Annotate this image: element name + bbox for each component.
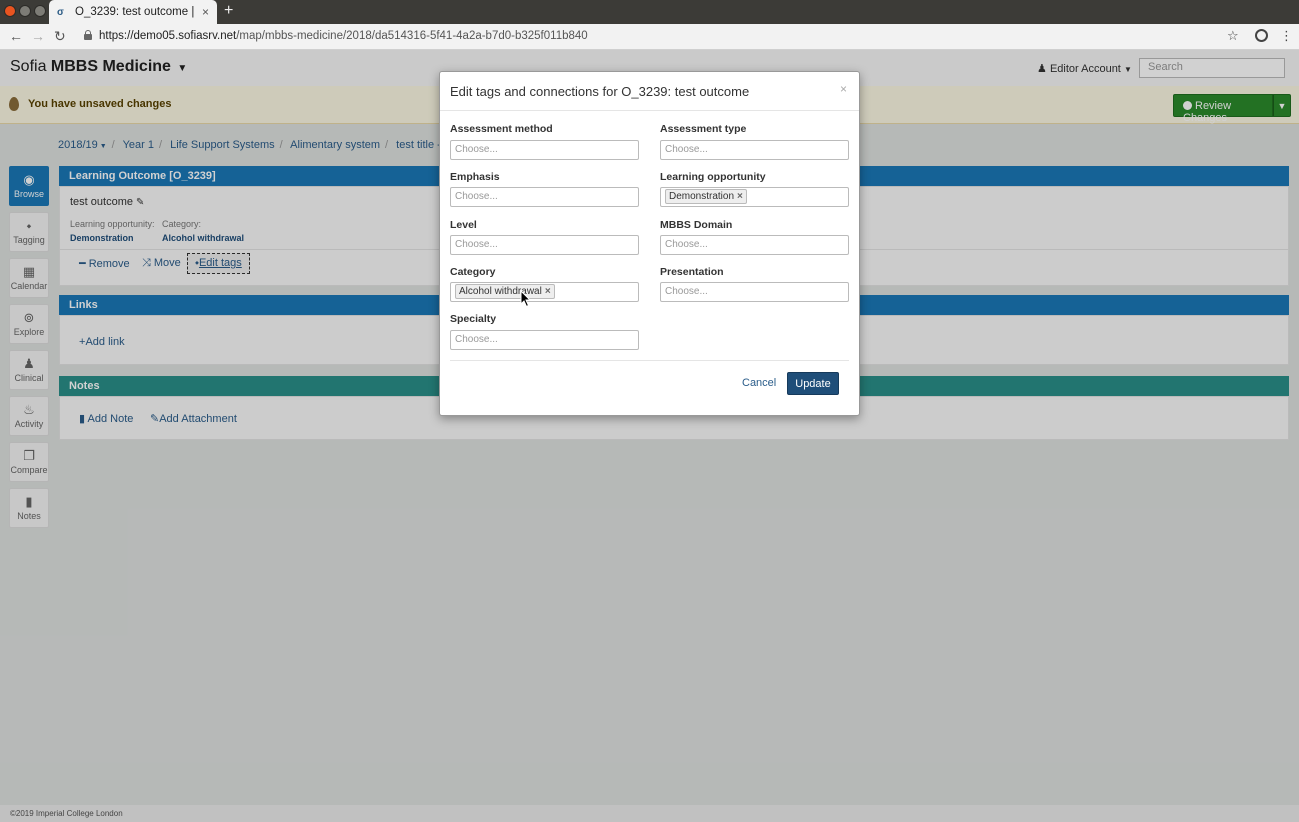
profile-icon[interactable] bbox=[1255, 29, 1268, 42]
back-icon[interactable]: ← bbox=[9, 28, 23, 44]
edit-tags-modal: Edit tags and connections for O_3239: te… bbox=[439, 71, 860, 416]
window-maximize-button[interactable] bbox=[34, 5, 46, 17]
bookmark-star-icon[interactable]: ☆ bbox=[1227, 28, 1239, 44]
tag-label: Demonstration bbox=[669, 191, 735, 202]
url-path: /map/mbbs-medicine/2018/da514316-5f41-4a… bbox=[236, 30, 588, 42]
favicon-icon: σ bbox=[57, 6, 64, 18]
modal-footer-divider bbox=[450, 360, 849, 361]
mbbs-domain-label: MBBS Domain bbox=[660, 219, 733, 231]
lock-icon bbox=[84, 30, 92, 40]
selected-tag: Alcohol withdrawal × bbox=[455, 284, 555, 299]
mbbs-domain-select[interactable]: Choose... bbox=[660, 235, 849, 255]
modal-divider bbox=[440, 110, 859, 111]
specialty-label: Specialty bbox=[450, 313, 497, 325]
assessment-method-label: Assessment method bbox=[450, 123, 553, 135]
specialty-select[interactable]: Choose... bbox=[450, 330, 639, 350]
level-label: Level bbox=[450, 219, 477, 231]
forward-icon[interactable]: → bbox=[31, 28, 45, 44]
presentation-label: Presentation bbox=[660, 266, 724, 278]
mouse-cursor-icon bbox=[520, 290, 532, 308]
browser-menu-icon[interactable]: ⋮ bbox=[1280, 28, 1293, 44]
reload-icon[interactable]: ↻ bbox=[54, 28, 66, 45]
level-select[interactable]: Choose... bbox=[450, 235, 639, 255]
assessment-method-select[interactable]: Choose... bbox=[450, 140, 639, 160]
window-minimize-button[interactable] bbox=[19, 5, 31, 17]
emphasis-select[interactable]: Choose... bbox=[450, 187, 639, 207]
category-field-label: Category bbox=[450, 266, 496, 278]
address-bar-row: ← → ↻ https://demo05.sofiasrv.net/map/mb… bbox=[0, 24, 1299, 50]
learning-opportunity-label: Learning opportunity bbox=[660, 171, 766, 183]
assessment-type-label: Assessment type bbox=[660, 123, 747, 135]
emphasis-label: Emphasis bbox=[450, 171, 500, 183]
browser-tab[interactable]: σ O_3239: test outcome | Cu × bbox=[49, 0, 217, 24]
tab-title: O_3239: test outcome | Cu bbox=[75, 6, 198, 18]
update-button[interactable]: Update bbox=[787, 372, 839, 395]
learning-opportunity-select[interactable]: Demonstration × bbox=[660, 187, 849, 207]
new-tab-button[interactable]: + bbox=[224, 2, 233, 20]
presentation-select[interactable]: Choose... bbox=[660, 282, 849, 302]
window-controls bbox=[4, 5, 46, 17]
remove-tag-icon[interactable]: × bbox=[737, 191, 743, 202]
browser-tab-bar: σ O_3239: test outcome | Cu × + bbox=[0, 0, 1299, 24]
url-field[interactable]: https://demo05.sofiasrv.net/map/mbbs-med… bbox=[99, 30, 588, 42]
category-select[interactable]: Alcohol withdrawal × bbox=[450, 282, 639, 302]
assessment-type-select[interactable]: Choose... bbox=[660, 140, 849, 160]
close-icon[interactable]: × bbox=[840, 82, 847, 96]
window-close-button[interactable] bbox=[4, 5, 16, 17]
url-host: https://demo05.sofiasrv.net bbox=[99, 30, 237, 42]
remove-tag-icon[interactable]: × bbox=[545, 286, 551, 297]
tab-close-icon[interactable]: × bbox=[202, 5, 209, 19]
modal-title: Edit tags and connections for O_3239: te… bbox=[450, 84, 750, 99]
cancel-button[interactable]: Cancel bbox=[742, 377, 776, 389]
selected-tag: Demonstration × bbox=[665, 189, 747, 204]
